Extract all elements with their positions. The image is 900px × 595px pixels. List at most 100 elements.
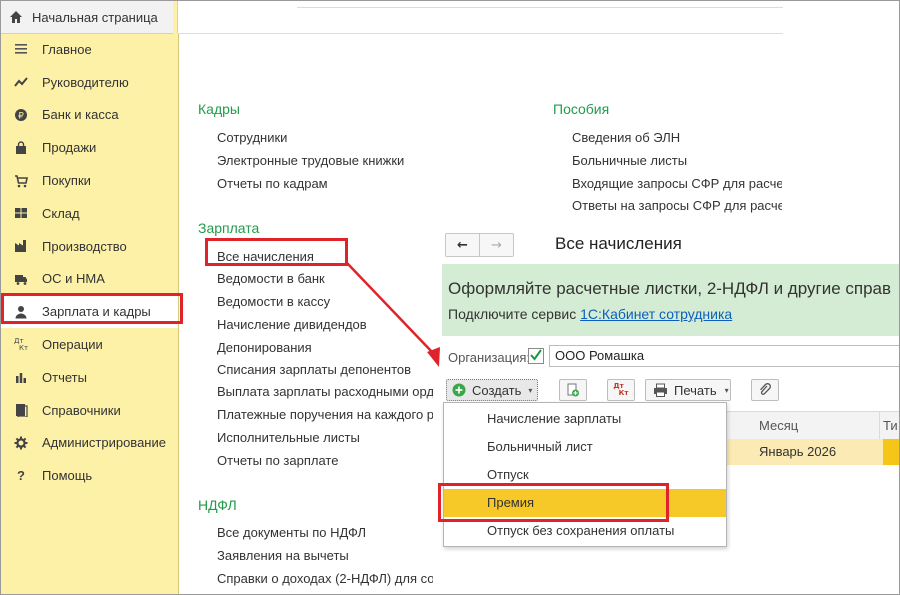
link-employees[interactable]: Сотрудники [217,130,287,145]
link-cash-payouts[interactable]: Выплата зарплаты расходными орде [217,384,433,399]
link-cash-statements[interactable]: Ведомости в кассу [217,294,330,309]
menu-item-bonus[interactable]: Премия [444,489,726,517]
link-deduction-requests[interactable]: Заявления на вычеты [217,548,349,563]
tab-strip-divider [297,7,783,8]
svg-text:₽: ₽ [18,111,24,121]
sidebar-item-manager[interactable]: Руководителю [1,66,178,99]
sidebar-item-label: Администрирование [42,435,166,451]
sidebar-item-salary-hr[interactable]: Зарплата и кадры [1,295,178,329]
link-all-accruals[interactable]: Все начисления [217,249,314,264]
back-arrow-icon: ← [457,237,468,253]
section-title-kadry: Кадры [198,101,240,117]
trend-icon [14,75,28,89]
banner-link[interactable]: 1С:Кабинет сотрудника [580,306,732,322]
cart-icon [14,174,28,188]
link-ndfl-documents[interactable]: Все документы по НДФЛ [217,525,366,540]
menu-item-vacation[interactable]: Отпуск [444,461,726,489]
sidebar-item-label: Руководителю [42,74,129,90]
sidebar-item-label: Справочники [42,402,121,418]
link-hr-reports[interactable]: Отчеты по кадрам [217,176,328,191]
books-icon [14,403,28,418]
dt-kt-icon: Дт Кт [14,337,29,352]
sidebar-item-label: Покупки [42,173,91,189]
section-title-posobiya: Пособия [553,101,610,117]
table-header: Месяц Ти [724,411,899,441]
sidebar-item-label: Отчеты [42,369,87,385]
sidebar-item-purchases[interactable]: Покупки [1,164,178,197]
column-month[interactable]: Месяц [724,412,880,440]
sidebar-item-main[interactable]: Главное [1,33,178,66]
gear-icon [14,436,28,450]
link-writs[interactable]: Исполнительные листы [217,430,360,445]
forward-button[interactable]: → [480,234,513,256]
dt-kt-button[interactable]: Дт Кт [607,379,635,401]
home-tab-label: Начальная страница [32,9,158,25]
link-sick-lists[interactable]: Больничные листы [572,153,687,168]
plus-circle-icon [452,383,466,397]
back-button[interactable]: ← [446,234,480,256]
link-eln[interactable]: Сведения об ЭЛН [572,130,680,145]
menu-icon [14,42,28,56]
link-dividends[interactable]: Начисление дивидендов [217,317,367,332]
app-frame: Начальная страница Главное Руководителю … [0,0,900,595]
link-deposits[interactable]: Депонирования [217,340,312,355]
checkmark-icon [530,349,542,361]
sidebar-item-label: Помощь [42,468,93,484]
organization-label: Организация: [448,350,531,365]
sidebar-item-directories[interactable]: Справочники [1,394,178,427]
bar-chart-icon [14,370,28,384]
link-payment-orders[interactable]: Платежные поручения на каждого ра [217,407,433,422]
sidebar-item-label: Производство [42,238,127,254]
menu-item-salary-accrual[interactable]: Начисление зарплаты [444,405,726,433]
document-plus-icon [567,383,579,397]
sidebar-item-warehouse[interactable]: Склад [1,197,178,230]
sidebar-item-label: Зарплата и кадры [42,304,151,320]
sidebar-item-production[interactable]: Производство [1,230,178,263]
printer-icon [654,383,667,397]
forward-arrow-icon: → [491,237,502,253]
link-sfr-incoming[interactable]: Входящие запросы СФР для расчет [572,176,782,191]
kt-glyph: Кт [19,343,29,352]
organization-field[interactable]: ООО Ромашка [549,345,899,367]
link-sfr-answers[interactable]: Ответы на запросы СФР для расче [572,198,782,213]
table-row[interactable]: Январь 2026 [724,439,899,465]
banner-text: Подключите сервис 1С:Кабинет сотрудника [448,306,732,322]
sidebar-item-sales[interactable]: Продажи [1,131,178,164]
sidebar-item-admin[interactable]: Администрирование [1,427,178,460]
banner-heading: Оформляйте расчетные листки, 2-НДФЛ и др… [448,279,892,298]
print-button-label: Печать [674,382,717,398]
sidebar-nav: Главное Руководителю ₽ Банк и касса Прод… [1,33,178,492]
window-title: Все начисления [555,234,682,253]
sidebar-item-label: Операции [42,337,103,353]
factory-icon [14,239,28,253]
paperclip-icon [760,383,771,395]
sidebar-item-label: Банк и касса [42,107,119,123]
menu-item-unpaid-leave[interactable]: Отпуск без сохранения оплаты [444,517,726,545]
copy-document-button[interactable] [559,379,587,401]
attach-button[interactable] [751,379,779,401]
link-depositor-writeoffs[interactable]: Списания зарплаты депонентов [217,362,411,377]
sidebar-item-help[interactable]: ? Помощь [1,459,178,492]
sidebar-item-bank[interactable]: ₽ Банк и касса [1,99,178,132]
cell-month: Январь 2026 [759,444,837,459]
sidebar-item-operations[interactable]: Дт Кт Операции [1,328,178,361]
print-button[interactable]: Печать ▾ [645,379,731,401]
home-icon [10,11,22,23]
create-button[interactable]: Создать ▾ [446,379,538,401]
header-divider [178,33,783,34]
link-income-certificates[interactable]: Справки о доходах (2-НДФЛ) для сот [217,571,433,586]
question-icon: ? [17,468,25,484]
link-salary-reports[interactable]: Отчеты по зарплате [217,453,338,468]
history-nav: ← → [445,233,514,257]
person-icon [14,305,28,319]
home-tab[interactable]: Начальная страница [1,1,173,34]
link-e-workbooks[interactable]: Электронные трудовые книжки [217,153,404,168]
menu-item-sick-leave[interactable]: Больничный лист [444,433,726,461]
organization-checkbox[interactable] [528,348,544,364]
column-type[interactable]: Ти [883,412,898,440]
sidebar-item-assets[interactable]: ОС и НМА [1,263,178,296]
sidebar-item-reports[interactable]: Отчеты [1,361,178,394]
link-bank-statements[interactable]: Ведомости в банк [217,271,325,286]
bag-icon [14,141,28,155]
cell-type [883,439,899,465]
